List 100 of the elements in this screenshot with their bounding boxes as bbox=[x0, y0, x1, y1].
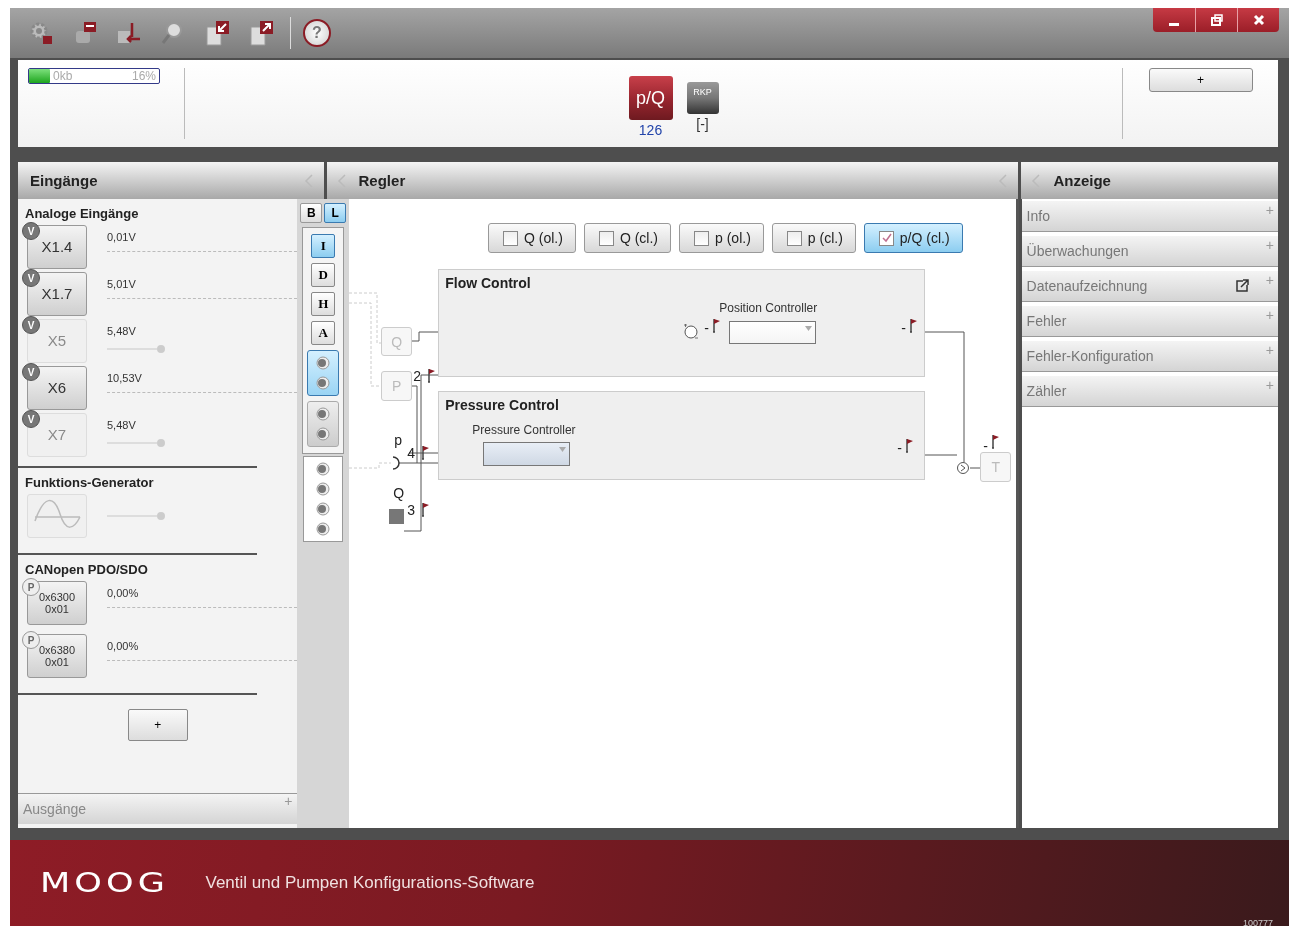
expand-icon: + bbox=[284, 794, 293, 808]
mode-button[interactable]: p/Q (cl.) bbox=[863, 223, 963, 253]
panel-title: Regler bbox=[358, 172, 407, 189]
filter-button[interactable]: I bbox=[311, 234, 336, 258]
filter-button[interactable]: A bbox=[311, 321, 336, 345]
tab[interactable]: B bbox=[300, 203, 323, 223]
expand-icon[interactable]: + bbox=[1265, 273, 1274, 287]
flag-icon bbox=[420, 444, 431, 460]
accordion-label: Info bbox=[1026, 208, 1051, 224]
input-badge: V bbox=[22, 269, 40, 287]
connector-dot bbox=[157, 512, 165, 520]
memory-percent: 16% bbox=[131, 69, 156, 83]
controller-label: Position Controller bbox=[719, 301, 818, 315]
mode-button[interactable]: Q (cl.) bbox=[583, 223, 672, 253]
channel-number: 4 bbox=[407, 446, 415, 460]
app-subtitle: Ventil und Pumpen Konfigurations-Software bbox=[205, 873, 535, 893]
accordion-label: Überwachungen bbox=[1026, 243, 1130, 259]
flag-icon bbox=[711, 317, 722, 333]
flag-icon bbox=[990, 433, 1001, 449]
input-value: 0,00% bbox=[107, 587, 140, 601]
input-badge: V bbox=[22, 316, 40, 334]
accordion-header[interactable]: Ausgänge + bbox=[18, 793, 298, 824]
device-value: [-] bbox=[696, 116, 709, 132]
input-badge: P bbox=[22, 578, 40, 596]
sign-label: - bbox=[901, 321, 906, 335]
terminal-label: p bbox=[394, 433, 402, 447]
controller-dropdown[interactable] bbox=[729, 321, 817, 344]
block-title: Flow Control bbox=[445, 275, 531, 291]
expand-icon[interactable]: + bbox=[1265, 343, 1274, 357]
section-title: Funktions-Generator bbox=[24, 474, 155, 492]
sign-label: - bbox=[704, 321, 709, 335]
flag-icon bbox=[426, 367, 437, 383]
input-value: 5,48V bbox=[107, 325, 137, 339]
device-button[interactable]: p/Q bbox=[628, 76, 673, 120]
checkbox[interactable] bbox=[598, 230, 614, 246]
checkbox[interactable] bbox=[786, 230, 802, 246]
connector-icon bbox=[315, 501, 332, 517]
expand-icon[interactable]: + bbox=[1265, 378, 1274, 392]
connector-group[interactable] bbox=[307, 350, 340, 396]
device-button[interactable]: RKP bbox=[686, 82, 719, 114]
section-title: CANopen PDO/SDO bbox=[24, 561, 149, 579]
sine-wave-icon bbox=[32, 499, 82, 530]
accordion-header[interactable]: Fehler + bbox=[1021, 306, 1278, 337]
accordion-label: Datenaufzeichnung bbox=[1026, 278, 1149, 294]
connector-icon bbox=[315, 426, 332, 442]
accordion-header[interactable]: Info + bbox=[1021, 201, 1278, 232]
flag-icon bbox=[908, 317, 919, 333]
expand-icon[interactable]: + bbox=[1265, 238, 1274, 252]
input-value: 0,00% bbox=[107, 640, 140, 654]
add-button[interactable]: + bbox=[1148, 68, 1253, 92]
connector-icon bbox=[315, 481, 332, 497]
panel-title: Eingänge bbox=[30, 172, 98, 189]
accordion-header[interactable]: Zähler + bbox=[1021, 376, 1278, 407]
accordion-header[interactable]: Überwachungen + bbox=[1021, 236, 1278, 267]
summing-junction-icon bbox=[683, 324, 700, 340]
input-badge: V bbox=[22, 363, 40, 381]
connector-dot bbox=[157, 439, 165, 447]
accordion-label: Ausgänge bbox=[23, 801, 87, 817]
section-title: Analoge Eingänge bbox=[24, 205, 140, 223]
restore-icon bbox=[1209, 13, 1224, 27]
accordion-label: Zähler bbox=[1026, 383, 1068, 399]
connector-group[interactable] bbox=[307, 401, 340, 447]
sign-label: - bbox=[897, 441, 902, 455]
block-title: Pressure Control bbox=[445, 397, 559, 413]
input-badge: V bbox=[22, 222, 40, 240]
sign-label: - bbox=[983, 439, 988, 453]
check-icon bbox=[880, 231, 892, 243]
connector-icon bbox=[315, 521, 332, 537]
connector-icon bbox=[315, 375, 332, 391]
terminal-label: Q bbox=[393, 486, 405, 500]
checkbox[interactable] bbox=[878, 230, 894, 246]
popout-icon[interactable] bbox=[1233, 278, 1250, 294]
mode-button[interactable]: p (ol.) bbox=[679, 223, 764, 253]
logo: MOOG bbox=[40, 868, 169, 898]
filter-button[interactable]: H bbox=[311, 292, 336, 316]
checkbox[interactable] bbox=[503, 230, 519, 246]
connector-icon bbox=[315, 355, 332, 371]
tab[interactable]: L bbox=[324, 203, 347, 223]
accordion-label: Fehler-Konfiguration bbox=[1026, 348, 1155, 364]
accordion-header[interactable]: Fehler-Konfiguration + bbox=[1021, 341, 1278, 372]
caret-icon bbox=[559, 447, 567, 452]
connector-group[interactable] bbox=[303, 456, 344, 542]
checkbox[interactable] bbox=[694, 230, 710, 246]
filter-button[interactable]: D bbox=[311, 263, 336, 287]
accordion-header[interactable]: Datenaufzeichnung + bbox=[1021, 271, 1278, 302]
document-arrow-icon bbox=[247, 19, 275, 47]
mode-button[interactable]: p (cl.) bbox=[771, 223, 856, 253]
mode-button[interactable]: Q (ol.) bbox=[488, 223, 576, 253]
add-button[interactable]: + bbox=[127, 709, 188, 741]
minimize-icon bbox=[1169, 22, 1179, 26]
connector-dot bbox=[157, 345, 165, 353]
expand-icon[interactable]: + bbox=[1265, 203, 1274, 217]
input-badge: P bbox=[22, 631, 40, 649]
build-number: 100777 bbox=[1242, 918, 1273, 926]
expand-icon[interactable]: + bbox=[1265, 308, 1274, 322]
sensor-icon bbox=[956, 461, 971, 475]
help-button[interactable]: ? bbox=[303, 19, 331, 47]
controller-dropdown[interactable] bbox=[483, 442, 571, 466]
accordion-label: Fehler bbox=[1026, 313, 1068, 329]
channel-number: 2 bbox=[413, 369, 421, 383]
